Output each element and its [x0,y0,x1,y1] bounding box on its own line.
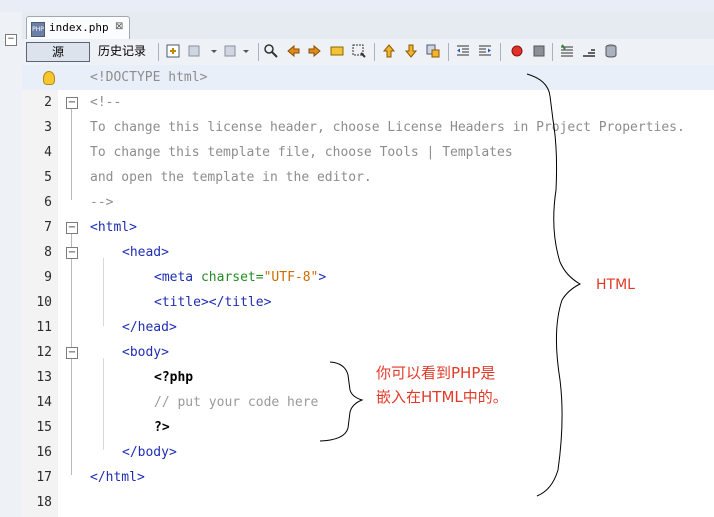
php-brace [319,361,364,442]
html-brace [526,73,582,497]
php-annotation-line2: 嵌入在HTML中的。 [376,388,508,406]
html-annotation-label: HTML [596,277,635,293]
annotation-brackets [319,73,582,497]
php-annotation-line1: 你可以看到PHP是 [376,364,496,382]
